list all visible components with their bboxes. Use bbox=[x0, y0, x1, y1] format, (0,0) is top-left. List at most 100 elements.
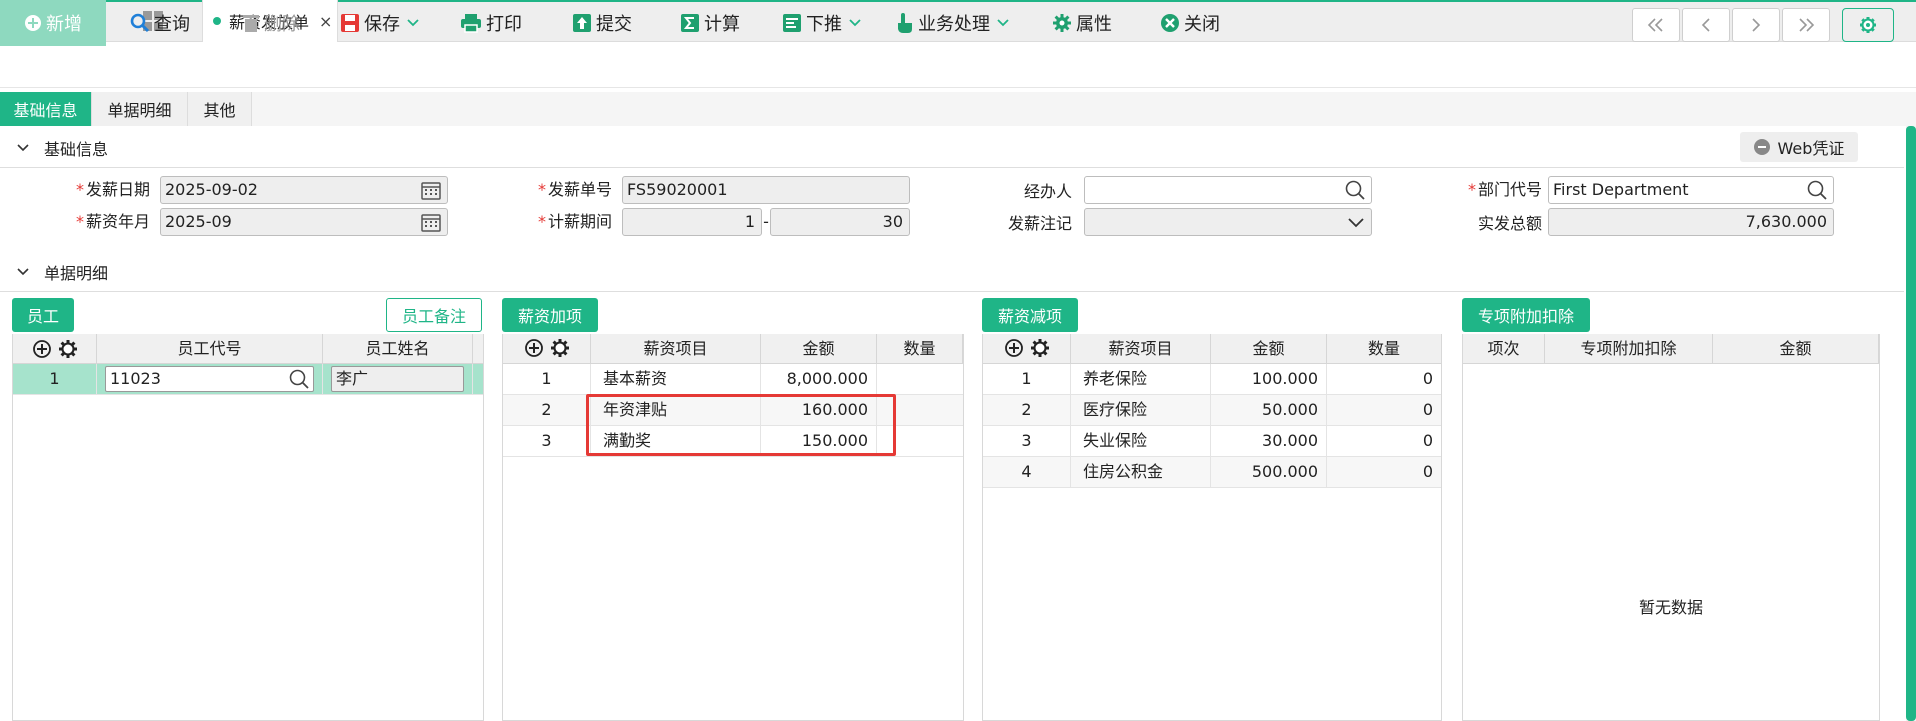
col-quantity[interactable]: 数量 bbox=[1327, 334, 1441, 364]
gear-icon[interactable] bbox=[1030, 338, 1050, 358]
search-icon[interactable] bbox=[289, 369, 309, 389]
grid-header: 薪资项目 金额 数量 bbox=[503, 334, 963, 364]
pay-item-cell[interactable]: 住房公积金 bbox=[1071, 457, 1211, 487]
query-button[interactable]: 查询 bbox=[130, 0, 190, 46]
settings-button[interactable] bbox=[1842, 8, 1894, 42]
grid-tools bbox=[503, 334, 591, 364]
pay-item-cell[interactable]: 医疗保险 bbox=[1071, 395, 1211, 425]
quantity-cell[interactable]: 0 bbox=[1327, 426, 1441, 456]
first-record-button[interactable] bbox=[1632, 8, 1680, 42]
gear-icon[interactable] bbox=[58, 339, 78, 359]
tab-basic-info[interactable]: 基础信息 bbox=[0, 92, 92, 126]
chevron-right-icon bbox=[1752, 18, 1761, 32]
calculate-button[interactable]: 计算 bbox=[680, 0, 740, 46]
next-record-button[interactable] bbox=[1732, 8, 1780, 42]
previous-record-button[interactable] bbox=[1682, 8, 1730, 42]
amount-cell[interactable]: 30.000 bbox=[1211, 426, 1327, 456]
print-button[interactable]: 打印 bbox=[460, 0, 522, 46]
search-icon[interactable] bbox=[1345, 180, 1365, 200]
col-quantity[interactable]: 数量 bbox=[877, 334, 963, 364]
special-deduction-button[interactable]: 专项附加扣除 bbox=[1462, 298, 1590, 332]
table-row[interactable]: 2 医疗保险 50.000 0 bbox=[983, 395, 1441, 426]
col-amount[interactable]: 金额 bbox=[1211, 334, 1327, 364]
employee-code-cell[interactable]: 11023 bbox=[97, 364, 323, 394]
pay-item-cell[interactable]: 失业保险 bbox=[1071, 426, 1211, 456]
employee-code-value[interactable]: 11023 bbox=[110, 369, 161, 388]
col-employee-name[interactable]: 员工姓名 bbox=[323, 334, 473, 364]
dept-field[interactable]: First Department bbox=[1548, 176, 1834, 204]
gear-icon bbox=[1860, 17, 1876, 33]
table-row[interactable]: 1 11023 李广 bbox=[13, 364, 483, 395]
tab-other[interactable]: 其他 bbox=[188, 92, 252, 126]
additions-grid: 薪资项目 金额 数量 1 基本薪资 8,000.000 2 年资津贴 160.0… bbox=[502, 334, 964, 721]
detail-header[interactable]: 单据明细 bbox=[0, 252, 1904, 292]
pay-month-label: * 薪资年月 bbox=[75, 212, 150, 231]
table-row[interactable]: 1 养老保险 100.000 0 bbox=[983, 364, 1441, 395]
query-label: 查询 bbox=[154, 14, 190, 35]
pay-no-field[interactable]: FS59020001 bbox=[622, 176, 910, 204]
web-voucher-button[interactable]: Web凭证 bbox=[1740, 132, 1858, 162]
add-circle-icon[interactable] bbox=[1004, 338, 1024, 358]
new-button[interactable]: 新增 bbox=[0, 0, 106, 46]
close-tab-icon[interactable]: × bbox=[319, 12, 332, 31]
amount-cell[interactable]: 8,000.000 bbox=[761, 364, 877, 394]
business-process-button[interactable]: 业务处理 bbox=[896, 0, 1010, 46]
amount-cell[interactable]: 500.000 bbox=[1211, 457, 1327, 487]
delete-button[interactable]: 删除 bbox=[242, 0, 300, 46]
col-pay-item[interactable]: 薪资项目 bbox=[591, 334, 761, 364]
quantity-cell[interactable]: 0 bbox=[1327, 457, 1441, 487]
handler-field[interactable] bbox=[1084, 176, 1372, 204]
remark-select[interactable] bbox=[1084, 208, 1372, 236]
deductions-grid: 薪资项目 金额 数量 1 养老保险 100.000 0 2 医疗保险 50.00… bbox=[982, 334, 1442, 721]
dept-label: * 部门代号 bbox=[1467, 180, 1542, 199]
table-row[interactable]: 4 住房公积金 500.000 0 bbox=[983, 457, 1441, 488]
last-record-button[interactable] bbox=[1782, 8, 1830, 42]
col-item-no[interactable]: 项次 bbox=[1463, 334, 1545, 364]
col-employee-code[interactable]: 员工代号 bbox=[97, 334, 323, 364]
business-process-label: 业务处理 bbox=[918, 14, 990, 35]
close-button[interactable]: 关闭 bbox=[1160, 0, 1220, 46]
add-circle-icon[interactable] bbox=[32, 339, 52, 359]
employee-note-button[interactable]: 员工备注 bbox=[386, 298, 482, 332]
calendar-icon[interactable] bbox=[421, 212, 441, 232]
employee-button[interactable]: 员工 bbox=[12, 298, 74, 332]
calendar-icon[interactable] bbox=[421, 180, 441, 200]
search-icon[interactable] bbox=[1807, 180, 1827, 200]
tab-doc-detail[interactable]: 单据明细 bbox=[92, 92, 188, 126]
gear-icon[interactable] bbox=[550, 338, 570, 358]
deductions-button[interactable]: 薪资减项 bbox=[982, 298, 1078, 332]
col-amount[interactable]: 金额 bbox=[1713, 334, 1879, 364]
highlight-box bbox=[586, 394, 896, 456]
empty-state-text: 暂无数据 bbox=[1638, 598, 1703, 617]
handler-label: 经办人 bbox=[1023, 182, 1072, 201]
quantity-cell[interactable] bbox=[877, 364, 963, 394]
chevron-down-icon bbox=[997, 19, 1009, 27]
col-amount[interactable]: 金额 bbox=[761, 334, 877, 364]
basic-info-header[interactable]: 基础信息 bbox=[0, 128, 1904, 168]
grid-header: 员工代号 员工姓名 bbox=[13, 334, 483, 364]
quantity-cell[interactable]: 0 bbox=[1327, 395, 1441, 425]
pay-date-field[interactable]: 2025-09-02 bbox=[160, 176, 448, 204]
table-row[interactable]: 3 失业保险 30.000 0 bbox=[983, 426, 1441, 457]
col-special-deduction[interactable]: 专项附加扣除 bbox=[1545, 334, 1713, 364]
period-from-field[interactable]: 1 bbox=[622, 208, 762, 236]
submit-button[interactable]: 提交 bbox=[572, 0, 632, 46]
table-row[interactable]: 1 基本薪资 8,000.000 bbox=[503, 364, 963, 395]
pay-month-field[interactable]: 2025-09 bbox=[160, 208, 448, 236]
amount-cell[interactable]: 100.000 bbox=[1211, 364, 1327, 394]
add-circle-icon[interactable] bbox=[524, 338, 544, 358]
pay-item-cell[interactable]: 基本薪资 bbox=[591, 364, 761, 394]
pay-item-cell[interactable]: 养老保险 bbox=[1071, 364, 1211, 394]
properties-button[interactable]: 属性 bbox=[1052, 0, 1112, 46]
period-to-field[interactable]: 30 bbox=[770, 208, 910, 236]
push-list-icon bbox=[783, 14, 801, 32]
save-button[interactable]: 保存 bbox=[340, 0, 420, 46]
amount-cell[interactable]: 50.000 bbox=[1211, 395, 1327, 425]
scrollbar-thumb[interactable] bbox=[1906, 126, 1916, 721]
additions-button[interactable]: 薪资加项 bbox=[502, 298, 598, 332]
close-circle-icon bbox=[1161, 14, 1179, 32]
col-pay-item[interactable]: 薪资项目 bbox=[1071, 334, 1211, 364]
chevron-left-icon bbox=[1701, 18, 1710, 32]
push-down-button[interactable]: 下推 bbox=[782, 0, 862, 46]
quantity-cell[interactable]: 0 bbox=[1327, 364, 1441, 394]
